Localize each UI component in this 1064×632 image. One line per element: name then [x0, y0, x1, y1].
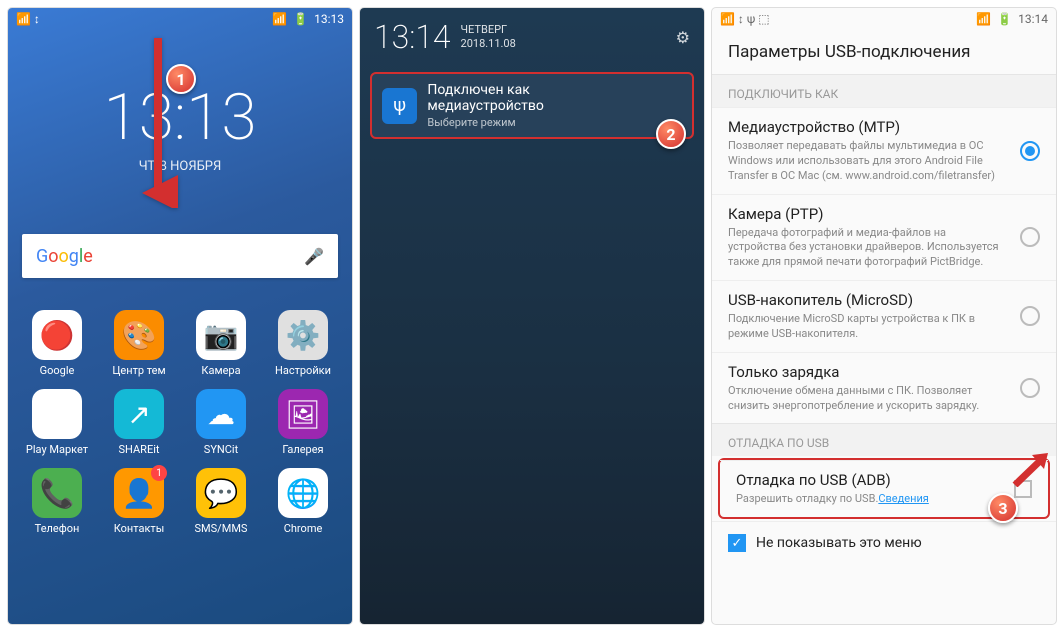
option-title: Отладка по USB (ADB)	[736, 471, 994, 489]
google-logo: Google	[36, 246, 93, 267]
radio[interactable]	[1020, 306, 1040, 326]
app-Телефон[interactable]: 📞Телефон	[22, 468, 92, 535]
status-bar: 📶 ↕ ψ ⬚ 📶 🔋 13:14	[712, 8, 1056, 30]
app-SMS/MMS[interactable]: 💬SMS/MMS	[186, 468, 256, 535]
details-link[interactable]: Сведения	[878, 492, 928, 505]
clock-date: ЧТ, 8 НОЯБРЯ	[8, 159, 352, 174]
swipe-down-arrow: 1	[138, 38, 178, 212]
battery-icon: 🔋	[997, 12, 1012, 26]
phone-home-screen: 📶 ↕ 📶🔋13:13 13:13 ЧТ, 8 НОЯБРЯ Google 🎤 …	[8, 8, 352, 624]
app-Настройки[interactable]: ⚙️Настройки	[268, 310, 338, 377]
app-SYNCit[interactable]: ☁SYNCit	[186, 389, 256, 456]
phone-usb-settings: 📶 ↕ ψ ⬚ 📶 🔋 13:14 Параметры USB-подключени…	[712, 8, 1056, 624]
section-connect-as: ПОДКЛЮЧИТЬ КАК	[712, 74, 1056, 107]
step-marker-3: 3	[988, 493, 1018, 523]
usb-notification[interactable]: ψ Подключен как медиаустройство Выберите…	[370, 72, 694, 139]
radio[interactable]	[1020, 378, 1040, 398]
step-marker-2: 2	[656, 119, 686, 149]
radio[interactable]	[1020, 141, 1040, 161]
page-title: Параметры USB-подключения	[712, 30, 1056, 74]
highlighted-option: Отладка по USB (ADB) Разрешить отладку п…	[718, 458, 1050, 519]
usb-icon: ψ	[382, 88, 417, 124]
notification-title: Подключен как медиаустройство	[427, 82, 646, 114]
wifi-icon: 📶	[272, 12, 287, 26]
app-Камера[interactable]: 📷Камера	[186, 310, 256, 377]
status-left-icons: 📶 ↕ ψ ⬚	[720, 12, 770, 26]
radio[interactable]	[1020, 227, 1040, 247]
notification-header: 13:14 ЧЕТВЕРГ2018.11.08 ⚙	[360, 8, 704, 66]
app-Chrome[interactable]: 🌐Chrome	[268, 468, 338, 535]
status-time: 13:13	[314, 12, 344, 26]
app-Центр тем[interactable]: 🎨Центр тем	[104, 310, 174, 377]
pointer-arrow	[1010, 447, 1050, 487]
app-Контакты[interactable]: 👤1Контакты	[104, 468, 174, 535]
wifi-icon: 📶	[976, 12, 991, 26]
app-Галерея[interactable]: 🖼Галерея	[268, 389, 338, 456]
google-search-bar[interactable]: Google 🎤	[22, 234, 338, 278]
footer-row[interactable]: ✓ Не показывать это меню	[712, 521, 1056, 564]
option-Медиаустройство (MTP)[interactable]: Медиаустройство (MTP)Позволяет передават…	[712, 107, 1056, 194]
option-USB-накопитель (MicroSD)[interactable]: USB-накопитель (MicroSD)Подключение Micr…	[712, 280, 1056, 352]
signal-icon: 📶 ↕	[16, 12, 40, 26]
phone-notification-shade: 13:14 ЧЕТВЕРГ2018.11.08 ⚙ ψ Подключен ка…	[360, 8, 704, 624]
section-debug: ОТЛАДКА ПО USB	[712, 423, 1056, 456]
settings-gear-icon[interactable]: ⚙	[676, 28, 690, 47]
app-Google[interactable]: 🔴Google	[22, 310, 92, 377]
footer-label: Не показывать это меню	[756, 535, 922, 551]
status-time: 13:14	[1018, 12, 1048, 26]
shade-day: ЧЕТВЕРГ	[461, 23, 508, 36]
battery-icon: 🔋	[293, 12, 308, 26]
lock-clock: 13:13 ЧТ, 8 НОЯБРЯ	[8, 80, 352, 174]
notification-subtitle: Выберите режим	[427, 116, 646, 129]
option-Камера (PTP)[interactable]: Камера (PTP)Передача фотографий и медиа-…	[712, 194, 1056, 281]
shade-time: 13:14	[374, 18, 451, 56]
app-SHAREit[interactable]: ↗SHAREit	[104, 389, 174, 456]
status-bar: 📶 ↕ 📶 🔋 13:13	[8, 8, 352, 30]
app-Play Маркет[interactable]: ▶Play Маркет	[22, 389, 92, 456]
step-marker-1: 1	[166, 64, 196, 94]
shade-date: 2018.11.08	[461, 37, 516, 50]
mic-icon[interactable]: 🎤	[304, 247, 324, 266]
option-desc: Разрешить отладку по USB.Сведения	[736, 492, 994, 507]
dont-show-checkbox[interactable]: ✓	[728, 534, 746, 552]
app-grid: 🔴Google🎨Центр тем📷Камера⚙️Настройки ▶Play…	[8, 278, 352, 535]
option-Только зарядка[interactable]: Только зарядкаОтключение обмена данными …	[712, 352, 1056, 424]
